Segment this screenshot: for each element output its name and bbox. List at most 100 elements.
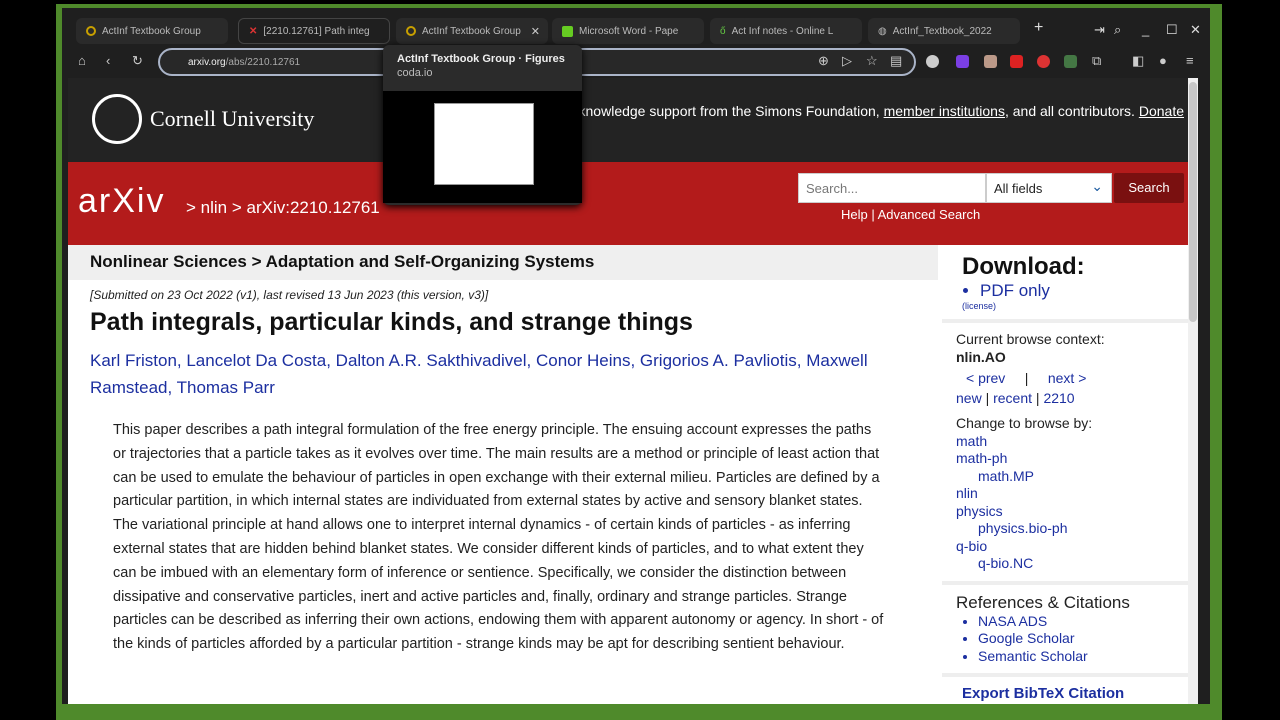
- search-input[interactable]: Search...: [798, 173, 986, 203]
- adblock-icon[interactable]: [1037, 55, 1050, 68]
- browse-link-q-bio[interactable]: q-bio: [956, 538, 987, 554]
- ack-tail: , and all contributors.: [1004, 103, 1139, 119]
- coda-icon: [86, 26, 96, 36]
- browse-link-nlin[interactable]: nlin: [956, 485, 978, 501]
- prev-link[interactable]: < prev: [966, 370, 1005, 386]
- close-window-icon[interactable]: ✕: [1190, 22, 1201, 38]
- arxiv-logo[interactable]: arXiv: [78, 182, 165, 221]
- authors[interactable]: Karl Friston, Lancelot Da Costa, Dalton …: [68, 337, 938, 401]
- next-link[interactable]: next >: [1048, 370, 1087, 386]
- references-box: References & Citations NASA ADSGoogle Sc…: [942, 584, 1198, 673]
- tab-active[interactable]: ✕ [2210.12761] Path integ: [238, 18, 390, 44]
- home-icon[interactable]: ⌂: [78, 53, 86, 68]
- tab-search-icon[interactable]: ⇥: [1094, 22, 1105, 38]
- google-scholar-link[interactable]: Google Scholar: [978, 630, 1184, 648]
- breadcrumb: > nlin > arXiv:2210.12761: [186, 198, 380, 217]
- tab[interactable]: ◍ ActInf_Textbook_2022: [868, 18, 1020, 44]
- paper-title: Path integrals, particular kinds, and st…: [90, 308, 693, 336]
- submission-history: [Submitted on 23 Oct 2022 (v1), last rev…: [90, 288, 489, 302]
- arxiv-header: arXiv > nlin > arXiv:2210.12761 Search..…: [68, 162, 1198, 245]
- browse-link-math-MP[interactable]: math.MP: [978, 468, 1034, 484]
- license-link[interactable]: (license): [956, 301, 1184, 311]
- sidepanel-icon[interactable]: ◧: [1132, 53, 1144, 69]
- recent-link[interactable]: recent: [993, 390, 1032, 406]
- new-tab-icon[interactable]: +: [1034, 19, 1043, 37]
- separator: |: [1024, 370, 1029, 386]
- tab[interactable]: Microsoft Word - Pape: [552, 18, 704, 44]
- donate-link[interactable]: Donate: [1139, 103, 1184, 119]
- search-button[interactable]: Search: [1114, 173, 1184, 203]
- change-browse-label: Change to browse by:: [956, 415, 1093, 431]
- hover-card-title: ActInf Textbook Group · Figures: [397, 53, 565, 65]
- word-icon: [562, 25, 573, 37]
- new-link[interactable]: new: [956, 390, 982, 406]
- cornell-logo[interactable]: Cornell University: [92, 94, 314, 144]
- profile-icon[interactable]: ●: [1159, 53, 1167, 68]
- globe-icon: ◍: [878, 25, 887, 37]
- extension-icon[interactable]: [956, 55, 969, 68]
- extension-icon[interactable]: [1010, 55, 1023, 68]
- acknowledgement: We gratefully acknowledge support from t…: [478, 103, 1184, 119]
- month-link[interactable]: 2210: [1043, 390, 1074, 406]
- references-heading: References & Citations: [956, 592, 1130, 612]
- browse-context: Current browse context: nlin.AO < prev |…: [942, 323, 1198, 581]
- download-heading: Download:: [962, 253, 1085, 280]
- tab[interactable]: ő Act Inf notes - Online L: [710, 18, 862, 44]
- export-bibtex-link[interactable]: Export BibTeX Citation: [942, 677, 1198, 704]
- menu-icon[interactable]: ≡: [1186, 53, 1194, 68]
- browse-item: math.MP: [956, 468, 1184, 486]
- field-select[interactable]: All fields ⌄: [986, 173, 1112, 203]
- abstract: This paper describes a path integral for…: [113, 422, 884, 653]
- extensions-puzzle-icon[interactable]: ⧉: [1092, 53, 1101, 69]
- browse-link-physics-bio-ph[interactable]: physics.bio-ph: [978, 520, 1068, 536]
- cornell-header: Cornell University We gratefully acknowl…: [68, 78, 1198, 162]
- pdf-link[interactable]: PDF only: [980, 281, 1184, 301]
- tab[interactable]: ActInf Textbook Group ✕: [396, 18, 548, 44]
- zoom-icon[interactable]: ⊕: [818, 53, 829, 69]
- tab[interactable]: ActInf Textbook Group: [76, 18, 228, 44]
- context-label: Current browse context:: [956, 331, 1105, 347]
- main-content: Nonlinear Sciences > Adaptation and Self…: [68, 245, 938, 704]
- tab-bar: ActInf Textbook Group ✕ [2210.12761] Path…: [62, 14, 1210, 46]
- web-page: Cornell University We gratefully acknowl…: [68, 78, 1198, 704]
- extension-icon[interactable]: [984, 55, 997, 68]
- back-icon[interactable]: ‹: [106, 53, 110, 68]
- url-host: arxiv.org: [188, 56, 226, 68]
- preview-thumbnail: [434, 103, 534, 185]
- field-value: All fields: [994, 181, 1043, 196]
- chevron-down-icon: ⌄: [1091, 178, 1103, 194]
- url-path: /abs/2210.12761: [225, 56, 301, 68]
- browse-item: math: [956, 433, 1184, 451]
- member-institutions-link[interactable]: member institutions: [884, 103, 1005, 119]
- subject-heading: Nonlinear Sciences > Adaptation and Self…: [68, 245, 938, 280]
- browse-link-math-ph[interactable]: math-ph: [956, 450, 1007, 466]
- reading-list-icon[interactable]: ▤: [890, 53, 902, 69]
- coda-icon: [406, 26, 416, 36]
- browse-item: math-ph: [956, 450, 1184, 468]
- reload-icon[interactable]: ↻: [132, 53, 143, 69]
- close-tab-icon[interactable]: ✕: [531, 25, 540, 38]
- bookmark-star-icon[interactable]: ☆: [866, 53, 878, 69]
- semantic-scholar-link[interactable]: Semantic Scholar: [978, 648, 1184, 666]
- help-advanced-search-link[interactable]: Help | Advanced Search: [841, 207, 980, 222]
- browser-window: ActInf Textbook Group ✕ [2210.12761] Path…: [62, 8, 1210, 704]
- browse-link-q-bio-NC[interactable]: q-bio.NC: [978, 555, 1033, 571]
- toolbar: ⌂ ‹ ↻ arxiv.org/abs/2210.12761 ⊕ ▷ ☆ ▤ ⧉…: [62, 46, 1210, 78]
- hover-card-domain: coda.io: [397, 67, 433, 79]
- arxiv-icon: ✕: [249, 25, 258, 37]
- browse-link-physics[interactable]: physics: [956, 503, 1003, 519]
- send-icon[interactable]: ▷: [842, 53, 852, 69]
- extension-icon[interactable]: [1064, 55, 1077, 68]
- extension-icon[interactable]: [926, 55, 939, 68]
- scrollbar[interactable]: [1188, 78, 1198, 704]
- cornell-seal-icon: [92, 94, 142, 144]
- tab-label: ActInf Textbook Group: [102, 25, 201, 37]
- minimize-icon[interactable]: _: [1142, 22, 1149, 37]
- search-icon[interactable]: ⌕: [1114, 22, 1121, 38]
- tab-label: ActInf_Textbook_2022: [892, 25, 992, 37]
- maximize-icon[interactable]: ☐: [1166, 22, 1178, 38]
- browse-link-math[interactable]: math: [956, 433, 987, 449]
- download-box: Download: PDF only (license): [942, 245, 1198, 319]
- scrollbar-thumb[interactable]: [1189, 82, 1197, 322]
- nasa-ads-link[interactable]: NASA ADS: [978, 613, 1184, 631]
